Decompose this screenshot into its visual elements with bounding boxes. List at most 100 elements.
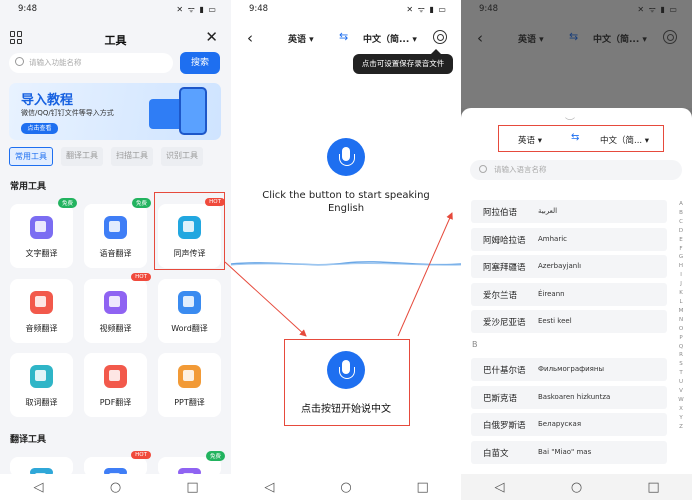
index-letter[interactable]: Q [676, 343, 686, 352]
nav-home-icon[interactable]: ○ [326, 480, 366, 495]
tool-card[interactable]: PPT翻译 [158, 353, 221, 417]
close-icon[interactable]: ✕ [205, 28, 218, 46]
index-letter[interactable]: Y [676, 414, 686, 423]
language-item[interactable]: 爱沙尼亚语 Eesti keel [471, 310, 667, 333]
banner-view-button[interactable]: 点击查看 [21, 123, 58, 134]
tool-card[interactable]: 取词翻译 [10, 353, 73, 417]
index-letter[interactable]: W [676, 396, 686, 405]
language-item[interactable]: 白俄罗斯语 Беларуская [471, 413, 667, 436]
language-item[interactable]: 阿姆哈拉语 Amharic [471, 227, 667, 251]
index-letter[interactable]: J [676, 280, 686, 289]
index-letter[interactable]: I [676, 271, 686, 280]
back-icon[interactable]: ‹ [477, 29, 483, 47]
status-icons: ✕ ᯤ ▮ ▭ [637, 5, 678, 14]
tool-card[interactable]: 音频翻译 [10, 279, 73, 343]
index-letter[interactable]: A [676, 200, 686, 209]
gear-icon[interactable] [433, 30, 447, 44]
language-item[interactable]: 阿拉伯语 العربية [471, 200, 667, 223]
free-badge: 免费 [131, 198, 151, 208]
banner-title: 导入教程 [21, 93, 74, 108]
language-item[interactable]: 白苗文 Bai "Miao" mas [471, 440, 667, 464]
language-item[interactable]: 阿塞拜疆语 Azerbayjanlı [471, 255, 667, 278]
language-name: 白俄罗斯语 [483, 421, 526, 431]
language-native-name: Беларуская [538, 420, 582, 428]
language-name: 阿塞拜疆语 [483, 263, 526, 273]
language-bar-dimmed: ‹ 英语 ▾ ⇆ 中文（简... ▾ [461, 26, 692, 52]
tool-icon [30, 365, 53, 388]
index-letter[interactable]: F [676, 245, 686, 254]
search-input[interactable]: 请输入功能名称 [9, 53, 173, 73]
index-letter[interactable]: P [676, 334, 686, 343]
tool-label: 音频翻译 [25, 324, 58, 333]
tab-scan-tools[interactable]: 扫描工具 [111, 147, 153, 166]
index-letter[interactable]: R [676, 351, 686, 360]
index-letter[interactable]: N [676, 316, 686, 325]
index-letter[interactable]: L [676, 298, 686, 307]
tool-icon [178, 365, 201, 388]
target-language-selector[interactable]: 中文（简... ▾ [363, 32, 417, 45]
language-native-name: Bai "Miao" mas [538, 447, 592, 456]
index-letter[interactable]: O [676, 325, 686, 334]
tool-card[interactable]: 视频翻译 HOT [84, 273, 151, 343]
swap-languages-icon[interactable]: ⇆ [569, 30, 578, 43]
nav-recent-icon[interactable]: □ [403, 480, 443, 495]
language-item[interactable]: 巴斯克语 Baskoaren hizkuntza [471, 385, 667, 409]
nav-home-icon[interactable]: ○ [96, 480, 136, 495]
nav-recent-icon[interactable]: □ [634, 480, 674, 495]
nav-back-icon[interactable]: ◁ [480, 480, 520, 495]
index-letter[interactable]: V [676, 387, 686, 396]
waveform [231, 261, 461, 266]
source-language-selector[interactable]: 英语 ▾ [288, 32, 314, 45]
back-icon[interactable]: ‹ [247, 29, 253, 47]
tool-card[interactable]: PDF翻译 [84, 353, 147, 417]
language-item[interactable]: 巴什基尔语 Фильмографияны [471, 358, 667, 381]
language-bar: ‹ 英语 ▾ ⇆ 中文（简... ▾ [231, 26, 461, 52]
language-name: 爱沙尼亚语 [483, 318, 526, 328]
tab-recognize-tools[interactable]: 识别工具 [161, 147, 203, 166]
language-search-input[interactable]: 请输入语言名称 [470, 160, 682, 180]
tab-translate-tools[interactable]: 翻译工具 [61, 147, 103, 166]
search-icon [479, 165, 487, 173]
index-letter[interactable]: E [676, 236, 686, 245]
nav-back-icon[interactable]: ◁ [249, 480, 289, 495]
swap-languages-icon[interactable]: ⇆ [339, 30, 348, 43]
index-letter[interactable]: D [676, 227, 686, 236]
index-letter[interactable]: K [676, 289, 686, 298]
index-letter[interactable]: C [676, 218, 686, 227]
nav-recent-icon[interactable]: □ [173, 480, 213, 495]
source-language-selector[interactable]: 英语 ▾ [518, 32, 544, 45]
index-letter[interactable]: U [676, 378, 686, 387]
index-letter[interactable]: Z [676, 423, 686, 432]
mic-button-english[interactable] [327, 138, 365, 176]
status-time: 9:48 [249, 4, 269, 14]
nav-back-icon[interactable]: ◁ [19, 480, 59, 495]
tab-common-tools[interactable]: 常用工具 [9, 147, 53, 166]
sheet-target-language[interactable]: 中文（简... ▾ [600, 134, 649, 146]
index-letter[interactable]: X [676, 405, 686, 414]
gear-icon[interactable] [663, 30, 677, 44]
tool-card[interactable]: Word翻译 [158, 279, 221, 343]
index-letter[interactable]: M [676, 307, 686, 316]
tool-card[interactable]: 文字翻译 免费 [10, 198, 77, 268]
dimmed-background[interactable]: 9:48 ✕ ᯤ ▮ ▭ ‹ 英语 ▾ ⇆ 中文（简... ▾ [461, 0, 692, 108]
language-search-placeholder: 请输入语言名称 [494, 165, 547, 174]
import-tutorial-banner[interactable]: 导入教程 微信/QQ/钉钉文件等导入方式 点击查看 [9, 83, 221, 140]
tool-icon [178, 291, 201, 314]
hot-badge: HOT [131, 273, 151, 281]
swap-languages-icon[interactable]: ⇆ [571, 132, 579, 143]
english-speak-hint: Click the button to start speaking Engli… [262, 190, 430, 214]
tool-card[interactable]: 语音翻译 免费 [84, 198, 151, 268]
alphabet-index[interactable]: ABCDEFGHIJKLMNOPQRSTUVWXYZ [676, 200, 686, 432]
target-language-selector[interactable]: 中文（简... ▾ [593, 32, 647, 45]
source-language: 英语 [518, 35, 537, 45]
index-letter[interactable]: S [676, 360, 686, 369]
search-button[interactable]: 搜索 [180, 52, 220, 74]
sheet-source-language[interactable]: 英语 ▾ [518, 134, 542, 146]
index-letter[interactable]: B [676, 209, 686, 218]
index-letter[interactable]: G [676, 253, 686, 262]
language-item[interactable]: 爱尔兰语 Éireann [471, 282, 667, 306]
index-letter[interactable]: T [676, 369, 686, 378]
nav-home-icon[interactable]: ○ [557, 480, 597, 495]
section-title-common: 常用工具 [10, 182, 47, 192]
index-letter[interactable]: H [676, 262, 686, 271]
